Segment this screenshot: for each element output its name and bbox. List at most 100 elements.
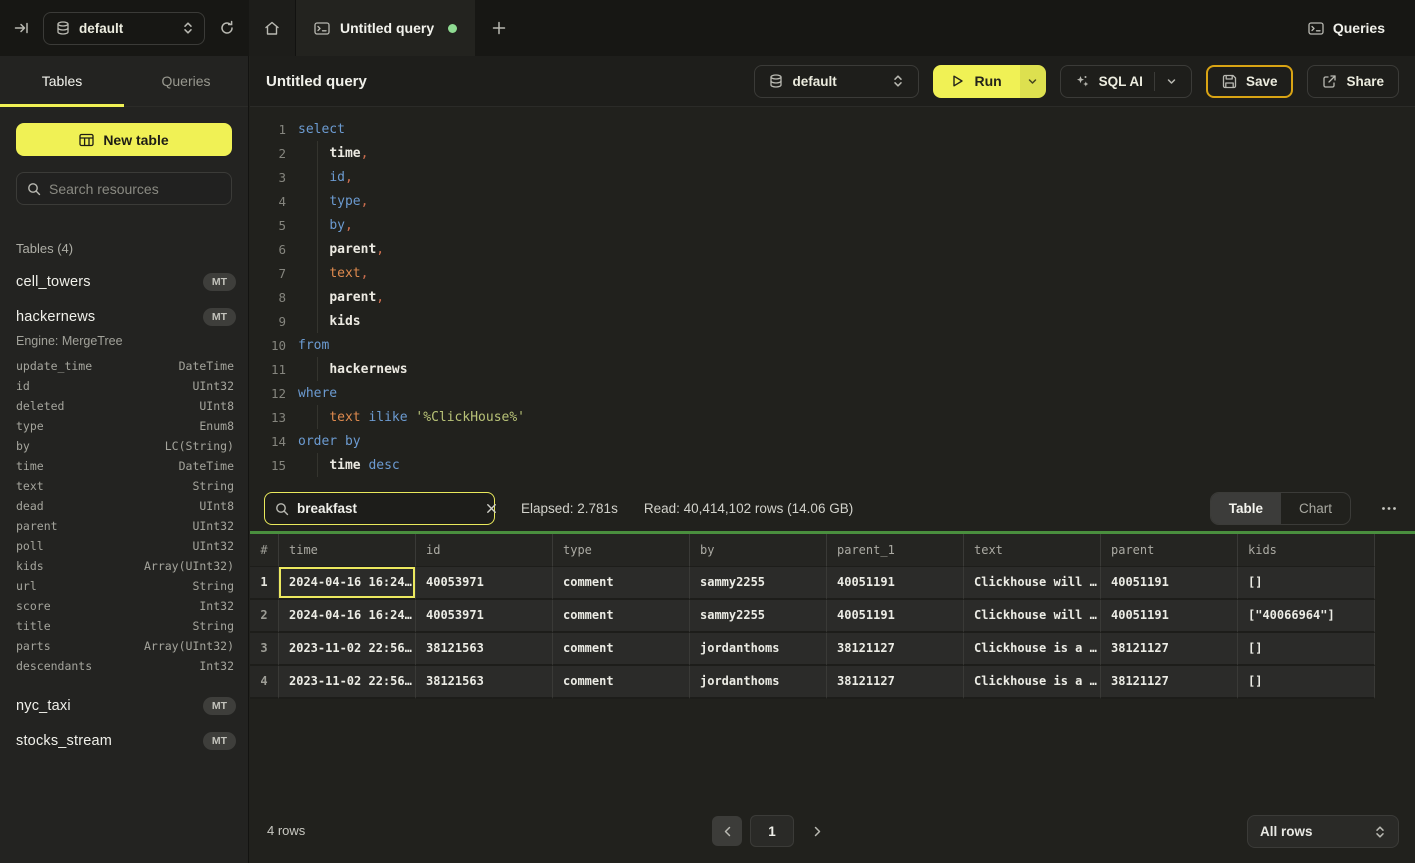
table-cell[interactable]: sammy2255	[690, 600, 827, 633]
table-item-cell_towers[interactable]: cell_towersMT	[16, 273, 248, 291]
view-toggle-chart[interactable]: Chart	[1281, 493, 1350, 524]
table-cell[interactable]: jordanthoms	[690, 666, 827, 699]
sidebar-tab-queries[interactable]: Queries	[124, 56, 248, 106]
table-cell[interactable]: 40051191	[1101, 600, 1238, 633]
sidebar-tab-tables[interactable]: Tables	[0, 56, 124, 106]
table-cell[interactable]: 38121563	[416, 633, 553, 666]
table-cell[interactable]: 2023-11-02 22:56…	[279, 633, 416, 666]
table-item-stocks_stream[interactable]: stocks_streamMT	[16, 732, 248, 750]
results-search-input[interactable]	[297, 501, 478, 516]
table-cell[interactable]: 38121127	[827, 633, 964, 666]
code-content: text ilike '%ClickHouse%'	[298, 410, 525, 425]
column-header-type[interactable]: type	[553, 534, 690, 567]
sidebar-tab-queries-label: Queries	[161, 73, 210, 89]
run-button[interactable]: Run	[933, 65, 1019, 98]
column-header-id[interactable]: id	[416, 534, 553, 567]
column-header-time[interactable]: time	[279, 534, 416, 567]
table-cell[interactable]: comment	[553, 600, 690, 633]
sidebar: Tables Queries New table Tables (4) cell…	[0, 56, 249, 863]
current-page[interactable]: 1	[750, 815, 794, 847]
more-options-icon[interactable]	[1377, 502, 1401, 515]
results-header-row: #timeidtypebyparent_1textparentkids	[250, 534, 1415, 567]
run-options-button[interactable]	[1020, 65, 1046, 98]
table-cell[interactable]: 38121563	[416, 666, 553, 699]
code-content: id,	[298, 170, 353, 185]
table-column: update_timeDateTime	[16, 356, 248, 376]
table-name: hackernews	[16, 309, 95, 325]
table-cell[interactable]: 38121127	[1101, 633, 1238, 666]
table-cell[interactable]: Clickhouse is a …	[964, 633, 1101, 666]
home-button[interactable]	[249, 0, 296, 56]
table-cell[interactable]: 40053971	[416, 600, 553, 633]
table-cell[interactable]: 2023-11-02 22:56…	[279, 666, 416, 699]
query-database-selector[interactable]: default	[754, 65, 919, 98]
table-cell[interactable]: comment	[553, 666, 690, 699]
column-header-text[interactable]: text	[964, 534, 1101, 567]
table-cell[interactable]: []	[1238, 666, 1375, 699]
new-table-button[interactable]: New table	[16, 123, 232, 156]
code-line: 7 text,	[258, 261, 1415, 285]
previous-page-button[interactable]	[712, 816, 742, 846]
refresh-icon[interactable]	[219, 20, 235, 36]
table-cell[interactable]: Clickhouse is a …	[964, 666, 1101, 699]
table-cell[interactable]: Clickhouse will …	[964, 600, 1101, 633]
row-number[interactable]: 3	[250, 633, 279, 666]
table-item-hackernews[interactable]: hackernewsMT	[16, 308, 248, 326]
database-selector[interactable]: default	[43, 12, 205, 45]
table-cell[interactable]: 40051191	[827, 600, 964, 633]
table-cell[interactable]: []	[1238, 567, 1375, 600]
elapsed-stat: Elapsed: 2.781s	[521, 501, 618, 516]
column-type: UInt8	[199, 399, 234, 413]
table-item-nyc_taxi[interactable]: nyc_taxiMT	[16, 697, 248, 715]
table-cell[interactable]: 38121127	[827, 666, 964, 699]
tab-strip: Untitled query Queries	[249, 0, 1415, 56]
page-size-selector[interactable]: All rows	[1247, 815, 1399, 848]
column-header-parent_1[interactable]: parent_1	[827, 534, 964, 567]
table-cell[interactable]: comment	[553, 633, 690, 666]
clear-search-icon[interactable]	[486, 503, 497, 514]
table-cell[interactable]: Clickhouse will …	[964, 567, 1101, 600]
resource-search-input[interactable]	[49, 181, 230, 197]
save-button[interactable]: Save	[1206, 65, 1294, 98]
table-cell[interactable]: 2024-04-16 16:24…	[279, 600, 416, 633]
query-database-label: default	[792, 74, 883, 89]
table-cell[interactable]: 40051191	[1101, 567, 1238, 600]
line-number: 7	[258, 266, 286, 281]
column-header-parent[interactable]: parent	[1101, 534, 1238, 567]
share-button[interactable]: Share	[1307, 65, 1399, 98]
code-line: 5 by,	[258, 213, 1415, 237]
table-cell[interactable]: 2024-04-16 16:24…	[279, 567, 416, 600]
collapse-sidebar-icon[interactable]	[14, 21, 29, 35]
table-cell[interactable]: 38121127	[1101, 666, 1238, 699]
new-tab-button[interactable]	[475, 0, 523, 56]
play-icon	[951, 74, 964, 88]
column-name: update_time	[16, 359, 92, 373]
database-selector-label: default	[79, 21, 173, 36]
table-cell[interactable]: []	[1238, 633, 1375, 666]
column-header-by[interactable]: by	[690, 534, 827, 567]
queries-button[interactable]: Queries	[1298, 0, 1415, 56]
column-name: dead	[16, 499, 44, 513]
view-toggle-table[interactable]: Table	[1211, 493, 1281, 524]
table-cell[interactable]: 40051191	[827, 567, 964, 600]
next-page-button[interactable]	[802, 816, 832, 846]
table-cell[interactable]: comment	[553, 567, 690, 600]
row-number[interactable]: 1	[250, 567, 279, 600]
chevron-down-icon[interactable]	[1166, 76, 1177, 87]
run-button-group: Run	[933, 65, 1045, 98]
column-header-num[interactable]: #	[250, 534, 279, 567]
table-cell[interactable]: sammy2255	[690, 567, 827, 600]
table-column: urlString	[16, 576, 248, 596]
pagination: 1	[712, 815, 832, 847]
page-size-label: All rows	[1260, 824, 1366, 839]
column-header-kids[interactable]: kids	[1238, 534, 1375, 567]
sql-ai-button[interactable]: SQL AI	[1060, 65, 1192, 98]
row-number[interactable]: 2	[250, 600, 279, 633]
new-table-button-label: New table	[103, 132, 168, 148]
table-cell[interactable]: ["40066964"]	[1238, 600, 1375, 633]
sql-editor[interactable]: 1select2 time,3 id,4 type,5 by,6 parent,…	[250, 107, 1415, 486]
table-cell[interactable]: 40053971	[416, 567, 553, 600]
row-number[interactable]: 4	[250, 666, 279, 699]
table-cell[interactable]: jordanthoms	[690, 633, 827, 666]
tab-untitled-query[interactable]: Untitled query	[296, 0, 475, 56]
